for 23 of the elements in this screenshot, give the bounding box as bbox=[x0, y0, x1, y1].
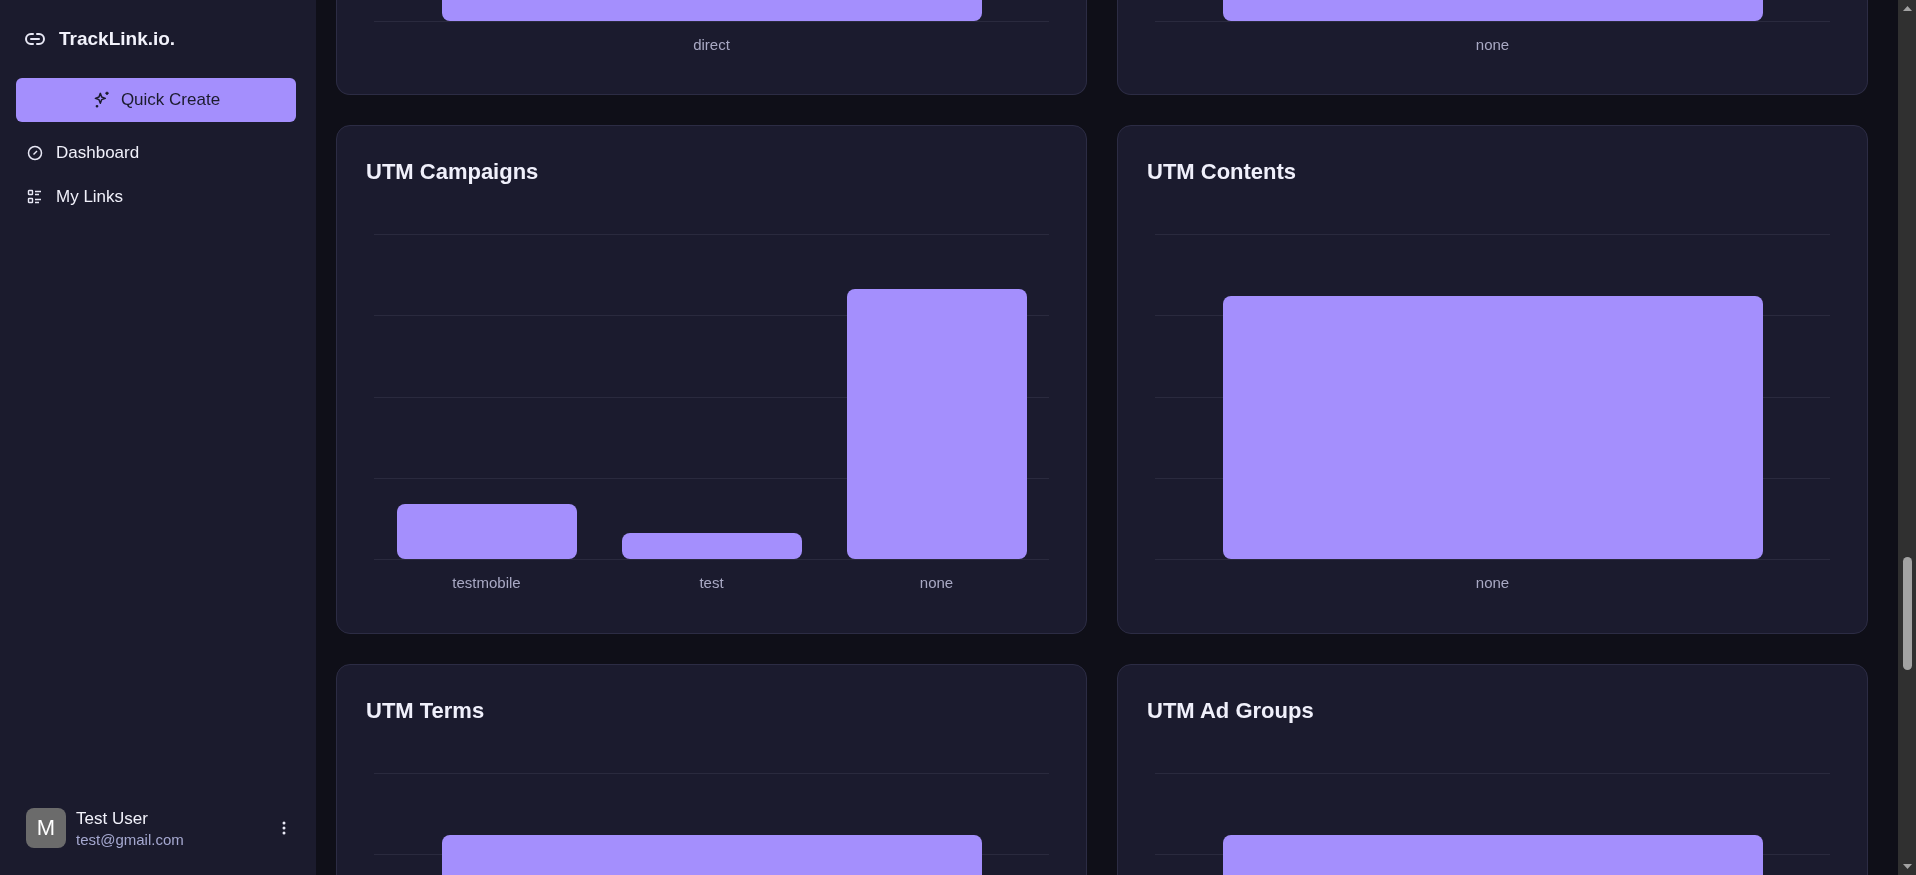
axis-label: testmobile bbox=[452, 574, 521, 591]
more-icon[interactable] bbox=[282, 821, 286, 835]
axis-label: none bbox=[919, 574, 954, 591]
nav-link[interactable]: Dashboard bbox=[16, 131, 140, 175]
nav-link[interactable]: My Links bbox=[16, 175, 124, 219]
scrollbar-thumb[interactable] bbox=[1902, 557, 1912, 670]
user-email: test@gmail.com bbox=[76, 830, 184, 848]
axis-label: direct bbox=[693, 36, 730, 53]
chart-title: UTM Contents bbox=[1147, 158, 1298, 186]
scrollbar[interactable] bbox=[1898, 0, 1916, 875]
list-icon bbox=[27, 189, 43, 205]
axis-label: none bbox=[1475, 574, 1510, 591]
brand-name: TrackLink.io. bbox=[59, 27, 176, 50]
axis-label: test bbox=[699, 574, 724, 591]
chart-title: UTM Ad Groups bbox=[1147, 697, 1315, 725]
chart-title: UTM Campaigns bbox=[366, 158, 540, 186]
quick-create-button[interactable]: Quick Create bbox=[16, 78, 296, 122]
user-avatar: M bbox=[26, 808, 66, 848]
link-icon bbox=[25, 32, 45, 45]
axis-label: none bbox=[1475, 36, 1510, 53]
user-name: Test User bbox=[76, 808, 149, 829]
chart-title: UTM Terms bbox=[366, 697, 486, 725]
gauge-icon bbox=[27, 145, 43, 161]
